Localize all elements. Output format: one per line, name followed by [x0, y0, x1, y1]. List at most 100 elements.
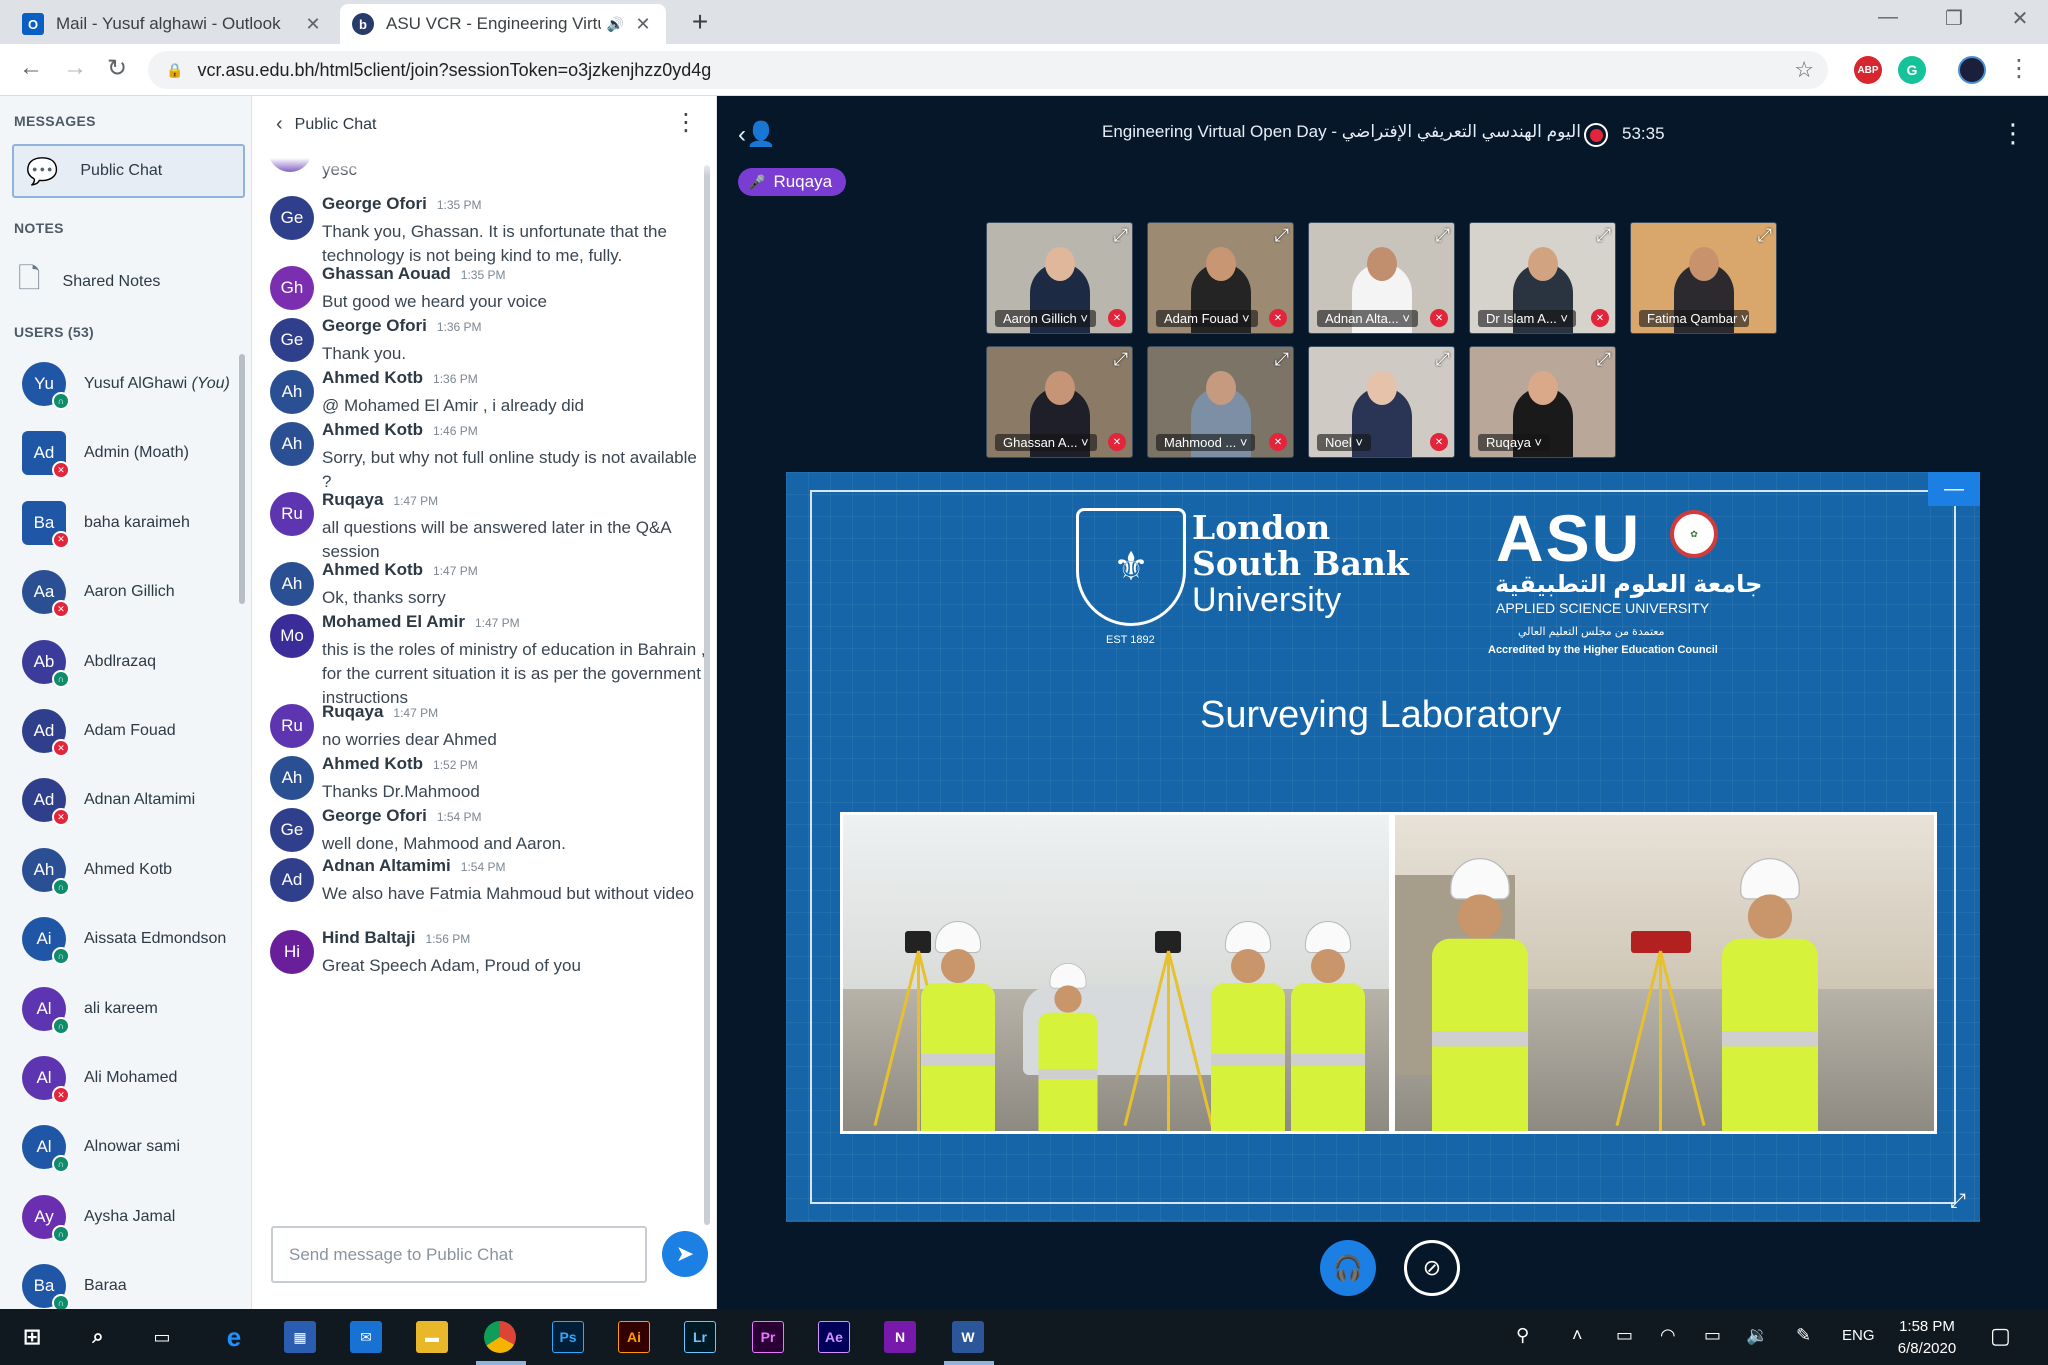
edge-icon[interactable]: e — [218, 1321, 250, 1353]
user-item[interactable]: Ay ∩ Aysha Jamal — [22, 1194, 175, 1243]
expand-icon[interactable]: ⤢ — [1114, 225, 1128, 246]
input-language[interactable]: ENG — [1842, 1327, 1875, 1344]
star-icon[interactable]: ☆ — [1794, 57, 1814, 83]
expand-icon[interactable]: ⤢ — [1275, 349, 1289, 370]
windows-start-icon[interactable]: ⊞ — [16, 1321, 48, 1353]
url-field[interactable]: 🔒 vcr.asu.edu.bh/html5client/join?sessio… — [148, 51, 1828, 89]
chat-message-input[interactable]: Send message to Public Chat — [271, 1226, 647, 1283]
premiere-icon[interactable]: Pr — [752, 1321, 784, 1353]
expand-icon[interactable]: ⤢ — [1597, 225, 1611, 246]
task-view-icon[interactable]: ▭ — [146, 1321, 178, 1353]
chat-options-icon[interactable]: ⋮ — [674, 108, 698, 137]
webcam-tile[interactable]: ⤢ Dr Islam A... ˅ ✕ — [1469, 222, 1616, 334]
tab-asu-vcr[interactable]: b ASU VCR - Engineering Virtu 🔊 ✕ — [340, 4, 666, 44]
word-icon[interactable]: W — [952, 1321, 984, 1353]
shared-notes-button[interactable]: 🗋 Shared Notes — [18, 258, 160, 306]
user-item[interactable]: Al ∩ ali kareem — [22, 986, 158, 1035]
wifi-icon[interactable]: ◠ — [1660, 1325, 1676, 1346]
expand-icon[interactable]: ⤢ — [1597, 349, 1611, 370]
webcam-tile[interactable]: ⤢ Ghassan A... ˅ ✕ — [986, 346, 1133, 458]
webcam-user-label[interactable]: Fatima Qambar ˅ — [1639, 310, 1749, 327]
webcam-user-label[interactable]: Ghassan A... ˅ — [995, 434, 1097, 451]
webcam-tile[interactable]: ⤢ Adnan Alta... ˅ ✕ — [1308, 222, 1455, 334]
expand-icon[interactable]: ⤢ — [1436, 225, 1450, 246]
onenote-icon[interactable]: N — [884, 1321, 916, 1353]
user-item[interactable]: Al ✕ Ali Mohamed — [22, 1056, 177, 1104]
webcam-user-label[interactable]: Aaron Gillich ˅ — [995, 310, 1096, 327]
webcam-tile[interactable]: ⤢ Aaron Gillich ˅ ✕ — [986, 222, 1133, 334]
speaker-icon[interactable]: 🔊 — [607, 16, 624, 33]
restore-button[interactable]: ❐ — [1934, 6, 1974, 31]
webcam-tile[interactable]: ⤢ Adam Fouad ˅ ✕ — [1147, 222, 1294, 334]
forward-arrow-icon[interactable]: → — [58, 54, 92, 82]
webcam-tile[interactable]: ⤢ Ruqaya ˅ — [1469, 346, 1616, 458]
webcam-user-label[interactable]: Adam Fouad ˅ — [1156, 310, 1258, 327]
back-arrow-icon[interactable]: ← — [14, 54, 48, 82]
user-item[interactable]: Ai ∩ Aissata Edmondson — [22, 917, 226, 966]
notification-icon[interactable]: ▢ — [1990, 1323, 2011, 1349]
grammarly-icon[interactable]: G — [1898, 56, 1926, 84]
webcam-user-label[interactable]: Mahmood ... ˅ — [1156, 434, 1256, 451]
webcam-user-label[interactable]: Ruqaya ˅ — [1478, 434, 1551, 451]
after-effects-icon[interactable]: Ae — [818, 1321, 850, 1353]
webcam-user-label[interactable]: Adnan Alta... ˅ — [1317, 310, 1418, 327]
send-message-button[interactable]: ➤ — [662, 1231, 708, 1277]
minimize-presentation-button[interactable]: — — [1928, 472, 1980, 506]
chrome-icon[interactable] — [484, 1321, 516, 1353]
webcam-tile[interactable]: ⤢ Fatima Qambar ˅ — [1630, 222, 1777, 334]
search-icon[interactable]: ⌕ — [82, 1321, 114, 1353]
user-item[interactable]: Ba ∩ Baraa — [22, 1264, 127, 1309]
new-tab-button[interactable]: + — [682, 6, 718, 38]
close-icon[interactable]: ✕ — [632, 14, 654, 35]
chevron-left-icon[interactable]: ‹ — [276, 113, 283, 136]
browser-menu-icon[interactable]: ⋮ — [2002, 54, 2036, 83]
leave-audio-button[interactable]: 🎧 — [1320, 1240, 1376, 1296]
close-icon[interactable]: ✕ — [302, 14, 324, 35]
chat-scrollbar[interactable] — [704, 165, 710, 1225]
webcam-user-label[interactable]: Noel ˅ — [1317, 434, 1371, 451]
file-explorer-icon[interactable]: ▬ — [416, 1321, 448, 1353]
user-item[interactable]: Ah ∩ Ahmed Kotb — [22, 847, 172, 896]
recording-indicator-icon[interactable] — [1584, 123, 1608, 147]
user-item[interactable]: Ab ∩ Abdlrazaq — [22, 639, 156, 688]
display-icon[interactable]: ▭ — [1616, 1325, 1633, 1346]
user-item[interactable]: Ad ✕ Adam Fouad — [22, 709, 176, 757]
webcam-user-label[interactable]: Dr Islam A... ˅ — [1478, 310, 1577, 327]
webcam-tile[interactable]: ⤢ Mahmood ... ˅ ✕ — [1147, 346, 1294, 458]
people-icon[interactable]: ⚲ — [1516, 1325, 1529, 1346]
store-icon[interactable]: ▦ — [284, 1321, 316, 1353]
user-item[interactable]: Ad ✕ Admin (Moath) — [22, 431, 189, 480]
reload-icon[interactable]: ↻ — [100, 54, 134, 83]
fullscreen-icon[interactable]: ⤢ — [1950, 1190, 1966, 1213]
mail-icon[interactable]: ✉ — [350, 1321, 382, 1353]
tab-outlook[interactable]: O Mail - Yusuf alghawi - Outlook ✕ — [10, 4, 336, 44]
expand-icon[interactable]: ⤢ — [1436, 349, 1450, 370]
battery-icon[interactable]: ▭ — [1704, 1325, 1721, 1346]
user-item[interactable]: Ba ✕ baha karaimeh — [22, 500, 190, 549]
illustrator-icon[interactable]: Ai — [618, 1321, 650, 1353]
profile-avatar[interactable] — [1958, 56, 1986, 84]
lightroom-icon[interactable]: Lr — [684, 1321, 716, 1353]
share-webcam-button[interactable]: ⊘ — [1404, 1240, 1460, 1296]
user-list-toggle-icon[interactable]: ‹👤 — [738, 120, 776, 149]
user-item[interactable]: Yu ∩ Yusuf AlGhawi (You) — [22, 362, 230, 410]
user-list-scrollbar[interactable] — [239, 354, 245, 604]
minimize-button[interactable]: — — [1868, 6, 1908, 29]
webcam-tile[interactable]: ⤢ Noel ˅ ✕ — [1308, 346, 1455, 458]
photoshop-icon[interactable]: Ps — [552, 1321, 584, 1353]
user-item[interactable]: Aa ✕ Aaron Gillich — [22, 570, 175, 619]
user-item[interactable]: Ad ✕ Adnan Altamimi — [22, 778, 195, 827]
pen-icon[interactable]: ✎ — [1796, 1325, 1811, 1346]
close-window-button[interactable]: ✕ — [2000, 6, 2040, 31]
user-item[interactable]: Al ∩ Alnowar sami — [22, 1125, 180, 1174]
chat-header[interactable]: ‹ Public Chat — [276, 113, 377, 136]
expand-icon[interactable]: ⤢ — [1114, 349, 1128, 370]
expand-icon[interactable]: ⤢ — [1758, 225, 1772, 246]
volume-icon[interactable]: 🔉 — [1746, 1325, 1768, 1346]
clock[interactable]: 1:58 PM 6/8/2020 — [1882, 1316, 1972, 1360]
expand-icon[interactable]: ⤢ — [1275, 225, 1289, 246]
chevron-up-icon[interactable]: ˄ — [1572, 1325, 1583, 1346]
user-list[interactable]: Yu ∩ Yusuf AlGhawi (You) Ad ✕ Admin (Moa… — [0, 346, 240, 1309]
adblock-icon[interactable]: ABP — [1854, 56, 1882, 84]
options-menu-icon[interactable]: ⋮ — [2000, 118, 2026, 149]
